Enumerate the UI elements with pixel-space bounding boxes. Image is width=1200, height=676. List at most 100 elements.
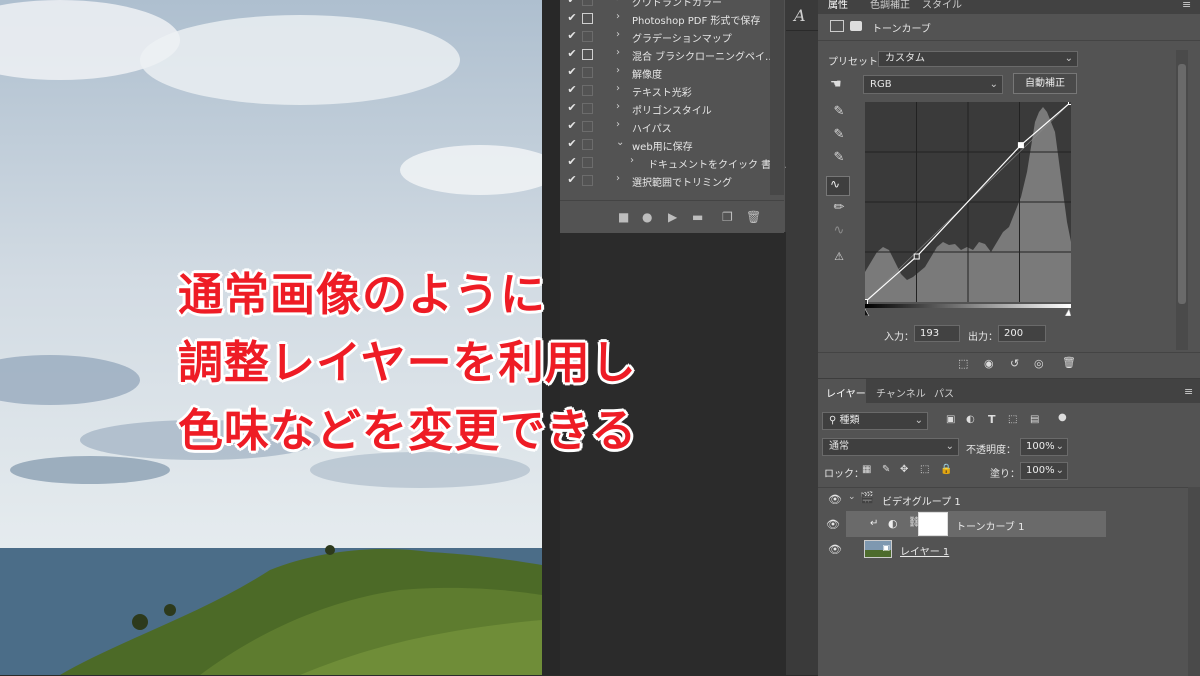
curve-control-point[interactable] <box>913 253 920 260</box>
chevron-down-icon[interactable]: ⌄ <box>848 492 856 502</box>
lock-position-icon[interactable]: ✥ <box>900 464 908 475</box>
dialog-toggle-empty[interactable] <box>582 175 593 186</box>
chevron-right-icon[interactable]: › <box>630 155 634 166</box>
lock-transparent-icon[interactable]: ▦ <box>862 464 871 475</box>
action-item[interactable]: ✔ › 混合 ブラシクローニングペイ… <box>560 46 775 64</box>
black-point-eyedropper-icon[interactable]: ✎ <box>828 104 850 124</box>
filter-shape-icon[interactable]: ⬚ <box>1008 414 1017 425</box>
checkmark-icon[interactable]: ✔ <box>565 137 579 153</box>
reset-icon[interactable]: ↺ <box>1010 357 1019 370</box>
chevron-right-icon[interactable]: › <box>616 11 620 22</box>
action-item[interactable]: ✔ › Photoshop PDF 形式で保存 <box>560 10 768 28</box>
lock-all-icon[interactable]: 🔒 <box>940 464 952 475</box>
chevron-right-icon[interactable]: › <box>616 173 620 184</box>
white-point-eyedropper-icon[interactable]: ✎ <box>828 150 850 170</box>
smooth-curve-icon[interactable]: ∿ <box>828 223 850 243</box>
action-item[interactable]: ✔ › ハイパス <box>560 118 768 136</box>
filter-toggle-icon[interactable]: ● <box>1058 412 1067 423</box>
action-item[interactable]: ✔ › ポリゴンスタイル <box>560 100 768 118</box>
checkmark-icon[interactable]: ✔ <box>565 47 579 63</box>
checkmark-icon[interactable]: ✔ <box>565 155 579 171</box>
view-previous-icon[interactable]: ◉ <box>984 357 994 370</box>
checkmark-icon[interactable]: ✔ <box>565 101 579 117</box>
dialog-toggle-empty[interactable] <box>582 31 593 42</box>
curves-graph[interactable] <box>860 99 1074 317</box>
chevron-right-icon[interactable]: › <box>616 47 620 58</box>
pencil-icon[interactable]: ✏ <box>828 200 850 220</box>
filter-pixel-icon[interactable]: ▣ <box>946 414 955 425</box>
black-slider-handle[interactable] <box>860 308 870 317</box>
clip-to-layer-icon[interactable]: ⬚ <box>958 357 968 370</box>
mask-icon[interactable] <box>850 21 862 31</box>
action-item[interactable]: ✔ › グラデーションマップ <box>560 28 768 46</box>
curve-control-point[interactable] <box>1068 99 1074 105</box>
layers-scrollbar[interactable] <box>1188 487 1200 676</box>
lock-artboard-icon[interactable]: ⬚ <box>920 464 929 475</box>
stop-icon[interactable]: ■ <box>618 210 629 224</box>
lock-image-icon[interactable]: ✎ <box>882 464 890 475</box>
checkmark-icon[interactable]: ✔ <box>565 65 579 81</box>
panel-menu-icon[interactable]: ≡ <box>1182 0 1191 11</box>
record-icon[interactable]: ● <box>642 210 652 224</box>
tab-channels[interactable]: チャンネル <box>876 385 926 400</box>
visibility-eye-icon[interactable]: 👁 <box>828 493 842 506</box>
chevron-right-icon[interactable]: › <box>616 0 620 4</box>
chevron-down-icon[interactable]: ⌄ <box>616 137 624 148</box>
layer-row-video-group[interactable]: 👁 ⌄ 🎬 ビデオグループ 1 <box>820 487 1186 511</box>
dialog-toggle-empty[interactable] <box>582 67 593 78</box>
tab-properties[interactable]: 属性 <box>828 0 848 11</box>
dialog-toggle-empty[interactable] <box>582 103 593 114</box>
curve-point-tool[interactable]: ∿ <box>826 176 850 196</box>
play-icon[interactable]: ▶ <box>668 210 677 224</box>
tab-layers[interactable]: レイヤー <box>826 385 866 400</box>
targeted-adjustment-icon[interactable]: ☚ <box>830 77 842 92</box>
checkmark-icon[interactable]: ✔ <box>565 0 579 9</box>
checkmark-icon[interactable]: ✔ <box>565 29 579 45</box>
input-field[interactable]: 193 <box>914 325 960 342</box>
folder-icon[interactable]: ▬ <box>692 210 703 224</box>
layer-filter-select[interactable]: ⚲ 種類 ⌄ <box>822 412 928 430</box>
layers-menu-icon[interactable]: ≡ <box>1184 385 1193 398</box>
preset-select[interactable]: カスタム ⌄ <box>878 51 1078 67</box>
dialog-toggle-icon[interactable] <box>582 49 593 60</box>
tab-paths[interactable]: パス <box>934 385 954 400</box>
channel-select[interactable]: RGB ⌄ <box>863 75 1003 94</box>
dialog-toggle-empty[interactable] <box>582 0 593 6</box>
gray-point-eyedropper-icon[interactable]: ✎ <box>828 127 850 147</box>
white-slider-handle[interactable] <box>1064 308 1072 317</box>
new-action-icon[interactable]: ❐ <box>722 210 733 224</box>
trash-icon[interactable]: 🗑 <box>746 210 761 224</box>
chevron-right-icon[interactable]: › <box>616 83 620 94</box>
dialog-toggle-empty[interactable] <box>582 139 593 150</box>
tab-styles[interactable]: スタイル <box>922 0 962 11</box>
layer-row-tone-curve[interactable]: ↵ ◐ ⛓ トーンカーブ 1 <box>846 511 1106 537</box>
chevron-right-icon[interactable]: › <box>616 101 620 112</box>
curve-control-point[interactable] <box>862 299 868 305</box>
action-item[interactable]: ✔ › ドキュメントをクイック 書き… <box>560 154 791 172</box>
layer-row-layer1[interactable]: 👁 ▣ レイヤー 1 <box>820 537 1186 561</box>
curve-control-point[interactable] <box>1017 142 1024 149</box>
action-item[interactable]: ✔ › 解像度 <box>560 64 768 82</box>
checkmark-icon[interactable]: ✔ <box>565 11 579 27</box>
action-item[interactable]: ✔ › テキスト光彩 <box>560 82 768 100</box>
checkmark-icon[interactable]: ✔ <box>565 173 579 189</box>
action-item[interactable]: ✔ › 選択範囲でトリミング <box>560 172 768 190</box>
checkmark-icon[interactable]: ✔ <box>565 119 579 135</box>
visibility-eye-icon[interactable]: 👁 <box>826 518 840 531</box>
chevron-right-icon[interactable]: › <box>616 29 620 40</box>
checkmark-icon[interactable]: ✔ <box>565 83 579 99</box>
clipping-warning-icon[interactable]: ⚠ <box>828 250 850 270</box>
dialog-toggle-icon[interactable] <box>582 13 593 24</box>
character-panel-icon[interactable]: A <box>794 6 806 25</box>
actions-scrollbar[interactable] <box>770 0 784 195</box>
visibility-eye-icon[interactable]: ◎ <box>1034 357 1044 370</box>
properties-scrollbar[interactable] <box>1176 50 1188 350</box>
filter-type-icon[interactable]: T <box>988 413 996 426</box>
filter-adjustment-icon[interactable]: ◐ <box>966 414 975 425</box>
opacity-field[interactable]: 100% ⌄ <box>1020 438 1068 456</box>
action-item[interactable]: ✔ ⌄ web用に保存 <box>560 136 768 154</box>
mask-thumbnail[interactable] <box>918 512 948 536</box>
blend-mode-select[interactable]: 通常 ⌄ <box>822 438 959 456</box>
delete-adjustment-icon[interactable]: 🗑 <box>1062 356 1076 369</box>
dialog-toggle-empty[interactable] <box>582 157 593 168</box>
